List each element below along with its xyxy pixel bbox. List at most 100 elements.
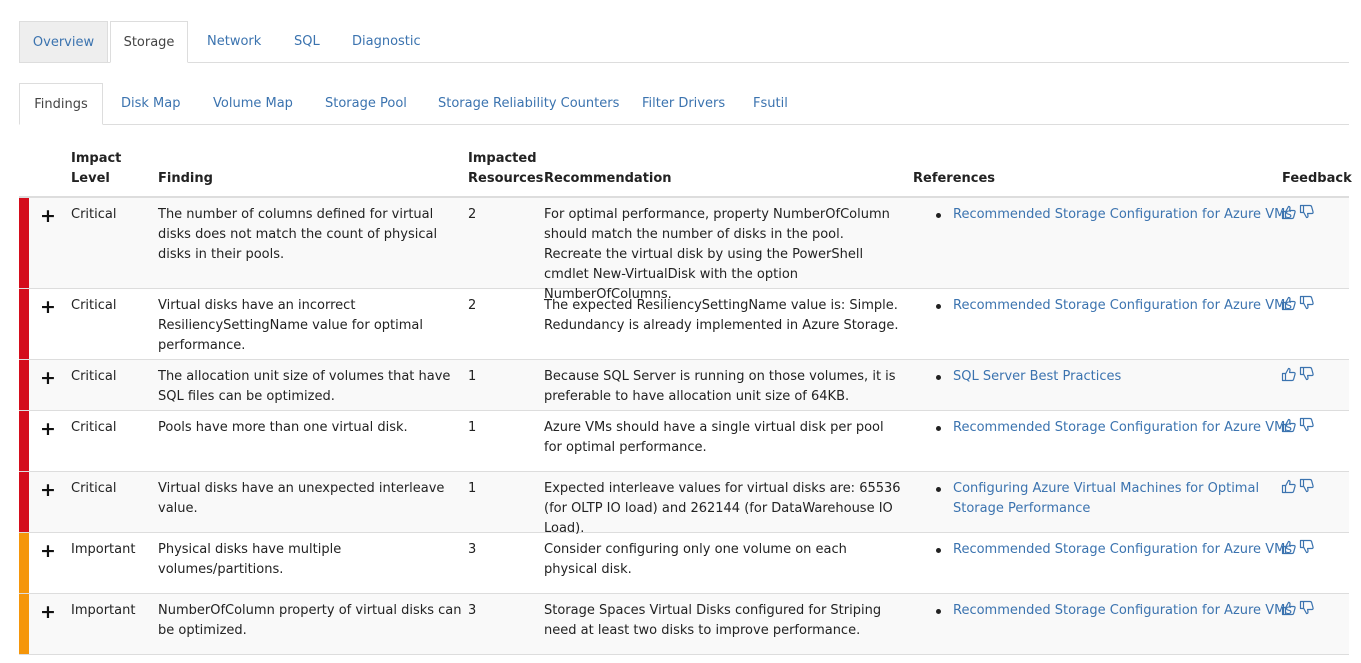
reference-link[interactable]: Recommended Storage Configuration for Az… xyxy=(933,205,1293,225)
feedback-buttons xyxy=(1281,478,1315,494)
thumbs-down-icon[interactable] xyxy=(1299,539,1315,555)
table-body: + Critical The number of columns defined f… xyxy=(19,198,1349,655)
header-impacted-resources: Impacted Resources xyxy=(468,149,543,189)
severity-bar xyxy=(19,198,29,288)
finding-text: Virtual disks have an incorrect Resilien… xyxy=(158,298,423,353)
impact-level: Critical xyxy=(71,481,117,496)
tab-storage-pool[interactable]: Storage Pool xyxy=(325,83,407,124)
table-header: Impact Level Finding Impacted Resources Re… xyxy=(19,149,1352,198)
references-list: Recommended Storage Configuration for Az… xyxy=(933,205,1293,225)
references-list: Recommended Storage Configuration for Az… xyxy=(933,296,1293,316)
references-list: Configuring Azure Virtual Machines for O… xyxy=(933,479,1293,519)
impact-level: Important xyxy=(71,603,136,618)
reference-link[interactable]: SQL Server Best Practices xyxy=(933,367,1293,387)
severity-bar xyxy=(19,411,29,471)
thumbs-up-icon[interactable] xyxy=(1281,478,1297,494)
impact-level: Critical xyxy=(71,207,117,222)
table-row: + Important Physical disks have multiple v… xyxy=(19,533,1349,594)
tab-diagnostic[interactable]: Diagnostic xyxy=(352,21,421,62)
finding-text: Physical disks have multiple volumes/par… xyxy=(158,542,342,577)
header-finding: Finding xyxy=(158,171,213,186)
recommendation-text: The expected ResiliencySettingName value… xyxy=(544,298,899,333)
thumbs-up-icon[interactable] xyxy=(1281,366,1297,382)
table-row: + Important NumberOfColumn property of vir… xyxy=(19,594,1349,655)
table-row: + Critical The allocation unit size of vol… xyxy=(19,360,1349,411)
tab-storage[interactable]: Storage xyxy=(110,21,188,63)
references-list: Recommended Storage Configuration for Az… xyxy=(933,418,1293,438)
header-impact-line2: Level xyxy=(71,171,110,186)
severity-bar xyxy=(19,533,29,593)
finding-text: Pools have more than one virtual disk. xyxy=(158,420,408,435)
expand-icon[interactable]: + xyxy=(40,602,56,622)
tab-filter-drivers[interactable]: Filter Drivers xyxy=(642,83,725,124)
reference-link[interactable]: Recommended Storage Configuration for Az… xyxy=(933,296,1293,316)
feedback-buttons xyxy=(1281,295,1315,311)
recommendation-text: Storage Spaces Virtual Disks configured … xyxy=(544,603,882,638)
header-impacted-line2: Resources xyxy=(468,171,544,186)
tab-fsutil[interactable]: Fsutil xyxy=(753,83,788,124)
impacted-resources: 1 xyxy=(468,420,477,435)
thumbs-up-icon[interactable] xyxy=(1281,417,1297,433)
tab-overview[interactable]: Overview xyxy=(19,21,108,62)
reference-link[interactable]: Recommended Storage Configuration for Az… xyxy=(933,540,1293,560)
severity-bar xyxy=(19,289,29,359)
thumbs-down-icon[interactable] xyxy=(1299,295,1315,311)
table-row: + Critical The number of columns defined f… xyxy=(19,198,1349,302)
expand-icon[interactable]: + xyxy=(40,419,56,439)
impacted-resources: 2 xyxy=(468,298,477,313)
recommendation-text: Because SQL Server is running on those v… xyxy=(544,369,896,404)
impacted-resources: 1 xyxy=(468,481,477,496)
reference-link[interactable]: Recommended Storage Configuration for Az… xyxy=(933,601,1293,621)
feedback-buttons xyxy=(1281,366,1315,382)
expand-icon[interactable]: + xyxy=(40,206,56,226)
header-feedback: Feedback xyxy=(1282,171,1352,186)
feedback-buttons xyxy=(1281,539,1315,555)
recommendation-text: Expected interleave values for virtual d… xyxy=(544,481,901,536)
finding-text: NumberOfColumn property of virtual disks… xyxy=(158,603,462,638)
expand-icon[interactable]: + xyxy=(40,368,56,388)
impact-level: Critical xyxy=(71,420,117,435)
impacted-resources: 1 xyxy=(468,369,477,384)
thumbs-down-icon[interactable] xyxy=(1299,417,1315,433)
finding-text: Virtual disks have an unexpected interle… xyxy=(158,481,445,516)
expand-icon[interactable]: + xyxy=(40,541,56,561)
tab-findings[interactable]: Findings xyxy=(19,83,103,125)
severity-bar xyxy=(19,472,29,532)
recommendation-text: Azure VMs should have a single virtual d… xyxy=(544,420,884,455)
table-row: + Critical Virtual disks have an unexpecte… xyxy=(19,472,1349,536)
thumbs-up-icon[interactable] xyxy=(1281,204,1297,220)
impacted-resources: 3 xyxy=(468,603,477,618)
header-impact-line1: Impact xyxy=(71,151,122,166)
expand-icon[interactable]: + xyxy=(40,297,56,317)
thumbs-up-icon[interactable] xyxy=(1281,600,1297,616)
severity-bar xyxy=(19,360,29,410)
references-list: SQL Server Best Practices xyxy=(933,367,1293,387)
tab-disk-map[interactable]: Disk Map xyxy=(121,83,181,124)
header-impacted-line1: Impacted xyxy=(468,151,537,166)
finding-text: The allocation unit size of volumes that… xyxy=(158,369,451,404)
findings-table: Impact Level Finding Impacted Resources Re… xyxy=(19,149,1352,655)
thumbs-down-icon[interactable] xyxy=(1299,478,1315,494)
impact-level: Critical xyxy=(71,298,117,313)
tab-storage-reliability-counters[interactable]: Storage Reliability Counters xyxy=(438,83,619,124)
recommendation-text: Consider configuring only one volume on … xyxy=(544,542,847,577)
table-row: + Critical Virtual disks have an incorrect… xyxy=(19,289,1349,360)
thumbs-up-icon[interactable] xyxy=(1281,539,1297,555)
thumbs-down-icon[interactable] xyxy=(1299,204,1315,220)
header-recommendation: Recommendation xyxy=(544,171,672,186)
feedback-buttons xyxy=(1281,417,1315,433)
tab-volume-map[interactable]: Volume Map xyxy=(213,83,293,124)
feedback-buttons xyxy=(1281,204,1315,220)
thumbs-up-icon[interactable] xyxy=(1281,295,1297,311)
tab-sql[interactable]: SQL xyxy=(294,21,320,62)
tab-network[interactable]: Network xyxy=(207,21,261,62)
reference-link[interactable]: Recommended Storage Configuration for Az… xyxy=(933,418,1293,438)
impact-level: Critical xyxy=(71,369,117,384)
top-tab-bar: Overview Storage Network SQL Diagnostic xyxy=(19,21,1349,63)
references-list: Recommended Storage Configuration for Az… xyxy=(933,601,1293,621)
impacted-resources: 2 xyxy=(468,207,477,222)
thumbs-down-icon[interactable] xyxy=(1299,600,1315,616)
reference-link[interactable]: Configuring Azure Virtual Machines for O… xyxy=(933,479,1293,519)
expand-icon[interactable]: + xyxy=(40,480,56,500)
thumbs-down-icon[interactable] xyxy=(1299,366,1315,382)
